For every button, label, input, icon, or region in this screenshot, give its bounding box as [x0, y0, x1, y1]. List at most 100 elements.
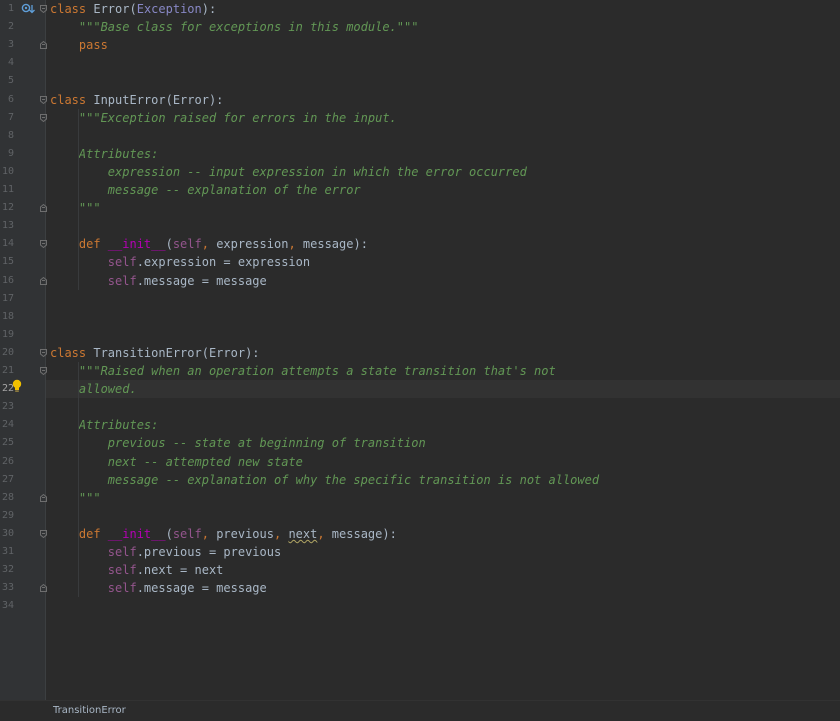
breadcrumb[interactable]: TransitionError: [0, 700, 840, 721]
fold-expand-icon[interactable]: [40, 5, 47, 13]
code-line[interactable]: 14 def __init__(self, expression, messag…: [2, 235, 840, 253]
line-number: 31: [1, 546, 14, 557]
code-line[interactable]: 11 message -- explanation of the error: [2, 181, 840, 199]
code-token: self: [50, 255, 137, 270]
line-number: 11: [1, 184, 14, 195]
code-line[interactable]: 31 self.previous = previous: [2, 543, 840, 561]
code-text: Attributes:: [50, 416, 158, 434]
fold-expand-icon[interactable]: [40, 367, 47, 375]
code-token: __init__: [107, 237, 166, 252]
code-token: class: [50, 345, 94, 360]
code-line[interactable]: 4: [8, 54, 840, 72]
code-line[interactable]: 26 next -- attempted new state: [2, 453, 840, 471]
code-line[interactable]: 24 Attributes:: [2, 416, 840, 434]
line-number: 34: [1, 600, 14, 612]
fold-expand-icon[interactable]: [40, 95, 47, 104]
code-area[interactable]: 1 class Error(Exception): 2 """Base class …: [2, 0, 840, 700]
override-method-icon[interactable]: [21, 3, 35, 15]
code-line[interactable]: 2 """Base class for exceptions in this m…: [8, 18, 840, 36]
fold-expand-icon[interactable]: [40, 348, 47, 357]
code-text: message -- explanation of why the specif…: [50, 471, 599, 489]
code-line[interactable]: 13: [2, 217, 840, 235]
code-token: self: [50, 273, 137, 288]
code-line[interactable]: 33 self.message = message: [2, 579, 840, 597]
line-number: 16: [1, 274, 14, 286]
line-number: 22: [1, 383, 14, 395]
code-line[interactable]: 27 message -- explanation of why the spe…: [2, 471, 840, 489]
code-token: previous -- state at beginning of transi…: [50, 436, 426, 451]
code-token: Attributes:: [50, 146, 159, 161]
code-line[interactable]: 23: [2, 398, 840, 416]
line-number: 2: [7, 21, 14, 33]
code-token: (Error):: [165, 92, 224, 107]
code-token: .message = message: [136, 273, 267, 288]
indent-guide: [78, 362, 79, 598]
code-line[interactable]: 29: [2, 507, 840, 525]
code-token: .previous = previous: [136, 545, 282, 559]
code-token: next -- attempted new state: [50, 454, 303, 469]
code-token: self: [50, 563, 137, 578]
code-line[interactable]: 10 expression -- input expression in whi…: [2, 163, 840, 181]
code-token: .message = message: [136, 581, 267, 596]
code-text: """: [50, 199, 101, 217]
code-line[interactable]: 5: [8, 72, 840, 90]
code-editor[interactable]: 1 class Error(Exception): 2 """Base class …: [0, 0, 840, 720]
code-token: class: [50, 92, 94, 107]
line-number: 1: [7, 3, 14, 14]
code-line[interactable]: 28 """: [2, 489, 840, 507]
code-line[interactable]: 7 """Exception raised for errors in the …: [8, 109, 840, 127]
line-number: 20: [1, 346, 14, 358]
line-number: 12: [1, 202, 14, 214]
code-token: ,: [317, 526, 332, 541]
code-token: self: [50, 581, 137, 596]
code-line[interactable]: 25 previous -- state at beginning of tra…: [2, 434, 840, 452]
code-token: ):: [201, 2, 217, 16]
code-line[interactable]: 21 """Raised when an operation attempts …: [2, 362, 840, 380]
code-line[interactable]: 32 self.next = next: [2, 561, 840, 579]
code-line[interactable]: 12 """: [2, 199, 840, 217]
code-line[interactable]: 17: [2, 290, 840, 308]
fold-expand-icon[interactable]: [40, 529, 47, 538]
code-line[interactable]: 15 self.expression = expression: [2, 253, 840, 271]
code-token: ,: [201, 526, 217, 541]
code-token: Error: [93, 2, 130, 16]
code-token: self: [172, 237, 202, 252]
code-text: class InputError(Error):: [50, 91, 223, 109]
code-line[interactable]: 22 allowed.: [2, 380, 840, 399]
code-line[interactable]: 20 class TransitionError(Error):: [2, 344, 840, 362]
code-line[interactable]: 34: [2, 597, 840, 615]
code-line[interactable]: 8: [8, 127, 840, 145]
line-number: 18: [1, 310, 14, 322]
code-token: expression: [216, 237, 289, 252]
code-text: def __init__(self, previous, next, messa…: [50, 525, 397, 543]
code-token: message -- explanation of why the specif…: [50, 472, 600, 487]
line-number: 6: [7, 93, 14, 105]
code-token: """: [50, 201, 101, 216]
code-line[interactable]: 30 def __init__(self, previous, next, me…: [2, 525, 840, 543]
code-line[interactable]: 18: [2, 308, 840, 326]
code-text: Attributes:: [50, 145, 158, 163]
fold-end-icon[interactable]: [40, 493, 47, 502]
fold-expand-icon[interactable]: [40, 113, 47, 122]
code-line[interactable]: 9 Attributes:: [8, 145, 840, 163]
code-line[interactable]: 19: [2, 326, 840, 344]
fold-end-icon[interactable]: [40, 41, 47, 50]
code-line[interactable]: 16 self.message = message: [2, 272, 840, 290]
fold-end-icon[interactable]: [40, 276, 47, 285]
code-token: pass: [50, 38, 108, 53]
line-number: 21: [1, 365, 14, 376]
code-token: expression -- input expression in which …: [50, 164, 527, 179]
code-text: def __init__(self, expression, message):: [50, 235, 368, 253]
code-token: self: [172, 526, 202, 541]
fold-expand-icon[interactable]: [40, 240, 47, 249]
fold-end-icon[interactable]: [40, 584, 47, 593]
code-line[interactable]: 1 class Error(Exception):: [8, 0, 840, 18]
code-token: class: [50, 2, 94, 16]
line-number: 7: [7, 111, 14, 123]
code-line[interactable]: 3 pass: [8, 36, 840, 54]
code-line[interactable]: 6 class InputError(Error):: [8, 91, 840, 109]
line-number: 26: [1, 455, 14, 467]
fold-end-icon[interactable]: [40, 204, 47, 213]
breadcrumb-item[interactable]: TransitionError: [53, 701, 126, 721]
code-text: self.expression = expression: [50, 253, 310, 271]
